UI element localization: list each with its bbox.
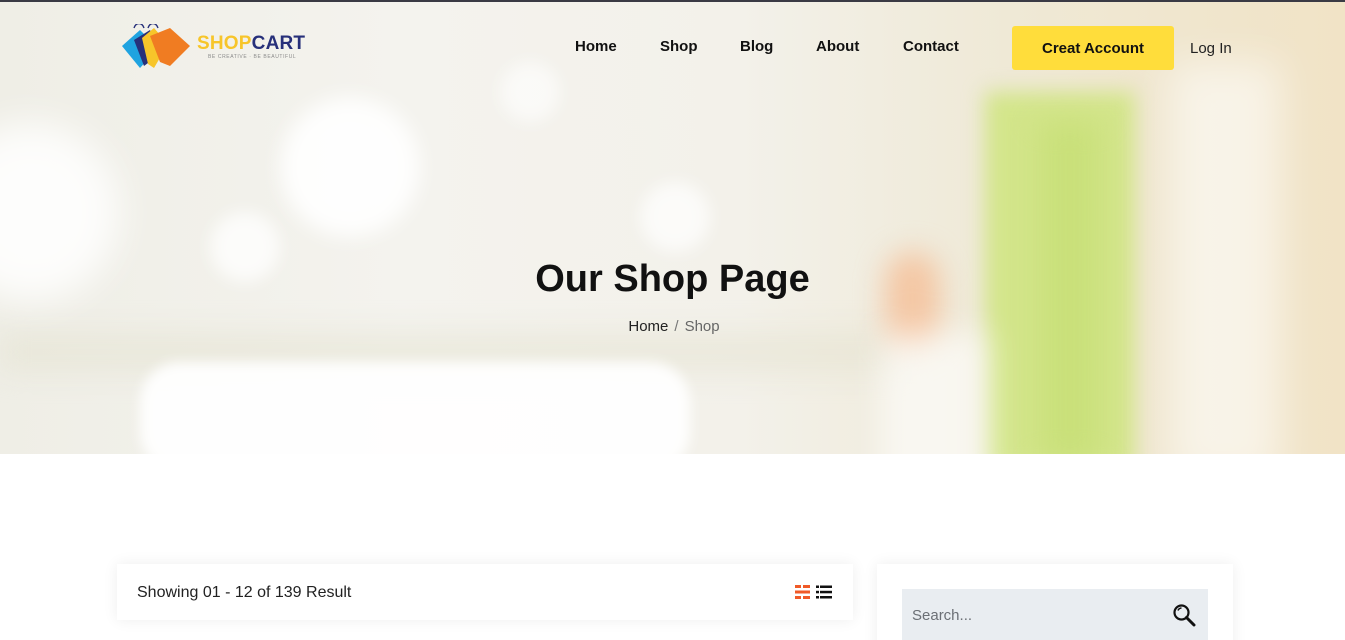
site-header: SHOPCART BE CREATIVE · BE BEAUTIFUL Home… <box>0 0 1345 95</box>
logo-tagline: BE CREATIVE · BE BEAUTIFUL <box>208 54 297 60</box>
nav-item-contact[interactable]: Contact <box>903 38 959 55</box>
hero-background-blob <box>640 182 710 252</box>
logo-word-cart: CART <box>251 33 306 54</box>
login-link[interactable]: Log In <box>1190 40 1232 57</box>
page-title: Our Shop Page <box>535 258 810 300</box>
results-count: Showing 01 - 12 of 139 Result <box>137 584 352 601</box>
breadcrumb-current: Shop <box>684 318 720 335</box>
nav-item-shop[interactable]: Shop <box>660 38 698 55</box>
search-input[interactable] <box>902 589 1152 640</box>
grid-view-icon[interactable] <box>795 584 811 600</box>
site-logo[interactable]: SHOPCART BE CREATIVE · BE BEAUTIFUL <box>120 24 320 72</box>
hero-background-blob <box>280 97 420 237</box>
logo-wordmark: SHOPCART <box>197 33 305 55</box>
search-icon[interactable] <box>1172 603 1196 627</box>
breadcrumb: Home / Shop <box>0 318 1345 335</box>
nav-item-home[interactable]: Home <box>575 38 617 55</box>
search-box <box>902 589 1208 640</box>
nav-item-blog[interactable]: Blog <box>740 38 773 55</box>
sidebar-search-widget <box>877 564 1233 640</box>
nav-item-about[interactable]: About <box>816 38 859 55</box>
list-view-icon[interactable] <box>816 584 832 600</box>
hero-background-light-column <box>880 332 990 454</box>
view-toggle <box>795 584 833 600</box>
shopping-bags-logo-icon <box>122 24 190 68</box>
breadcrumb-home-link[interactable]: Home <box>628 318 668 335</box>
results-toolbar: Showing 01 - 12 of 139 Result <box>117 564 853 620</box>
create-account-button[interactable]: Creat Account <box>1012 26 1174 70</box>
hero-background-shelf <box>140 362 690 454</box>
logo-word-shop: SHOP <box>197 33 252 54</box>
breadcrumb-separator: / <box>674 318 679 335</box>
